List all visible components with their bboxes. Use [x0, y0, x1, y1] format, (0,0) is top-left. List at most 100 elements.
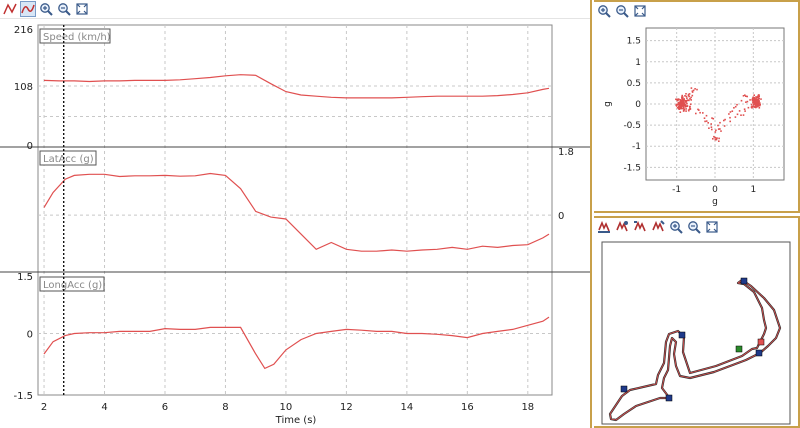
zoom-in-icon [670, 221, 683, 234]
series-label: Speed (km/h) [43, 32, 111, 43]
series-line [43, 172, 550, 252]
scatter-point [757, 98, 759, 100]
track-sector-marker [757, 338, 765, 346]
scatter-point [711, 128, 713, 131]
scatter-point [754, 105, 757, 107]
scatter-y-tick: 1 [635, 58, 641, 68]
zoom-in-button[interactable] [38, 1, 54, 17]
track-view-button-2[interactable] [614, 219, 630, 235]
y-tick-label: 0 [27, 141, 33, 152]
scatter-point [751, 105, 753, 108]
scatter-point [757, 101, 760, 104]
fit-view-icon [706, 221, 718, 233]
scatter-point [699, 111, 701, 114]
track-map-panel [594, 216, 800, 428]
track-view-button-3[interactable] [632, 219, 648, 235]
zoom-out-button[interactable] [614, 3, 630, 19]
time-series-panel: 2 4 6 8 10 12 14 16 18 Time (s) 216 108 0 Speed (km/h… [0, 0, 592, 428]
scatter-point [747, 106, 750, 109]
scatter-point [675, 98, 677, 101]
zoom-in-icon [40, 3, 53, 16]
scatter-point [705, 114, 708, 117]
scatter-point [742, 114, 745, 116]
scatter-point [753, 94, 755, 96]
scatter-point [744, 110, 746, 112]
line-mode-button[interactable] [2, 1, 18, 17]
track-icon [616, 220, 628, 232]
scatter-point [685, 108, 687, 110]
scatter-toolbar [594, 2, 650, 20]
scatter-point [757, 105, 760, 107]
scatter-point [717, 124, 719, 127]
scatter-point [687, 109, 690, 111]
scatter-point [715, 138, 718, 141]
scatter-point [695, 112, 697, 115]
scatter-point [755, 96, 757, 98]
scatter-point [682, 99, 685, 102]
scatter-point [694, 88, 696, 90]
scatter-point [740, 99, 743, 102]
track-toolbar [594, 218, 722, 236]
zoom-in-button[interactable] [668, 219, 684, 235]
y-tick-label: 108 [14, 82, 33, 93]
scatter-point [745, 95, 747, 97]
track-map-frame [601, 241, 791, 425]
scatter-point [689, 98, 691, 100]
scatter-point [686, 97, 688, 99]
scatter-point [740, 114, 742, 116]
scatter-point [718, 140, 720, 142]
main-toolbar [0, 0, 92, 18]
scatter-point [691, 94, 694, 97]
scatter-point [685, 110, 687, 112]
y-tick-label: 0 [558, 211, 564, 222]
scatter-point [755, 98, 758, 100]
scatter-point [682, 108, 685, 110]
curve-mode-button[interactable] [20, 1, 36, 17]
y-tick-label: 1.8 [558, 147, 574, 158]
scatter-point [686, 99, 688, 102]
scatter-point [688, 95, 690, 98]
scatter-point [685, 95, 688, 98]
zoom-out-button[interactable] [56, 1, 72, 17]
scatter-point [728, 113, 730, 115]
fit-view-button[interactable] [74, 1, 90, 17]
series-line [43, 316, 550, 370]
scatter-point [753, 97, 755, 100]
scatter-point [736, 113, 739, 116]
scatter-point [753, 106, 755, 108]
zoom-out-button[interactable] [686, 219, 702, 235]
track-view-button-4[interactable] [650, 219, 666, 235]
fit-view-icon [76, 3, 88, 15]
fit-view-button[interactable] [704, 219, 720, 235]
fit-view-button[interactable] [632, 3, 648, 19]
scatter-y-tick: 0.5 [627, 79, 641, 89]
x-tick-label: 12 [340, 402, 353, 413]
x-tick-label: 8 [222, 402, 228, 413]
scatter-point [683, 101, 685, 103]
x-tick-label: 14 [401, 402, 414, 413]
gg-scatter-chart[interactable]: -1 0 1 1.5 1 0.5 0 -0.5 -1 -1.5 g g [594, 20, 798, 213]
scatter-point [689, 105, 691, 108]
scatter-point [758, 107, 761, 109]
scatter-point [704, 120, 706, 123]
track-view-button-1[interactable] [596, 219, 612, 235]
x-axis-label: Time (s) [275, 415, 317, 426]
x-tick-label: 18 [521, 402, 534, 413]
scatter-point [729, 120, 731, 123]
scatter-x-tick: -1 [672, 185, 681, 195]
zoom-in-button[interactable] [596, 3, 612, 19]
x-tick-label: 2 [41, 402, 47, 413]
curve-mode-icon [21, 4, 35, 14]
x-tick-label: 4 [101, 402, 107, 413]
scatter-point [689, 103, 692, 105]
scatter-point [711, 117, 713, 119]
scatter-point [684, 105, 687, 108]
scatter-point [683, 110, 685, 112]
x-tick-label: 16 [461, 402, 474, 413]
scatter-point [723, 125, 726, 127]
time-series-chart[interactable]: 2 4 6 8 10 12 14 16 18 Time (s) 216 108 0 Speed (km/h… [0, 18, 590, 428]
scatter-point [731, 110, 734, 112]
scatter-y-tick: -1 [632, 142, 641, 152]
track-map[interactable] [594, 238, 798, 428]
gg-diagram-panel: -1 0 1 1.5 1 0.5 0 -0.5 -1 -1.5 g g [594, 0, 800, 213]
